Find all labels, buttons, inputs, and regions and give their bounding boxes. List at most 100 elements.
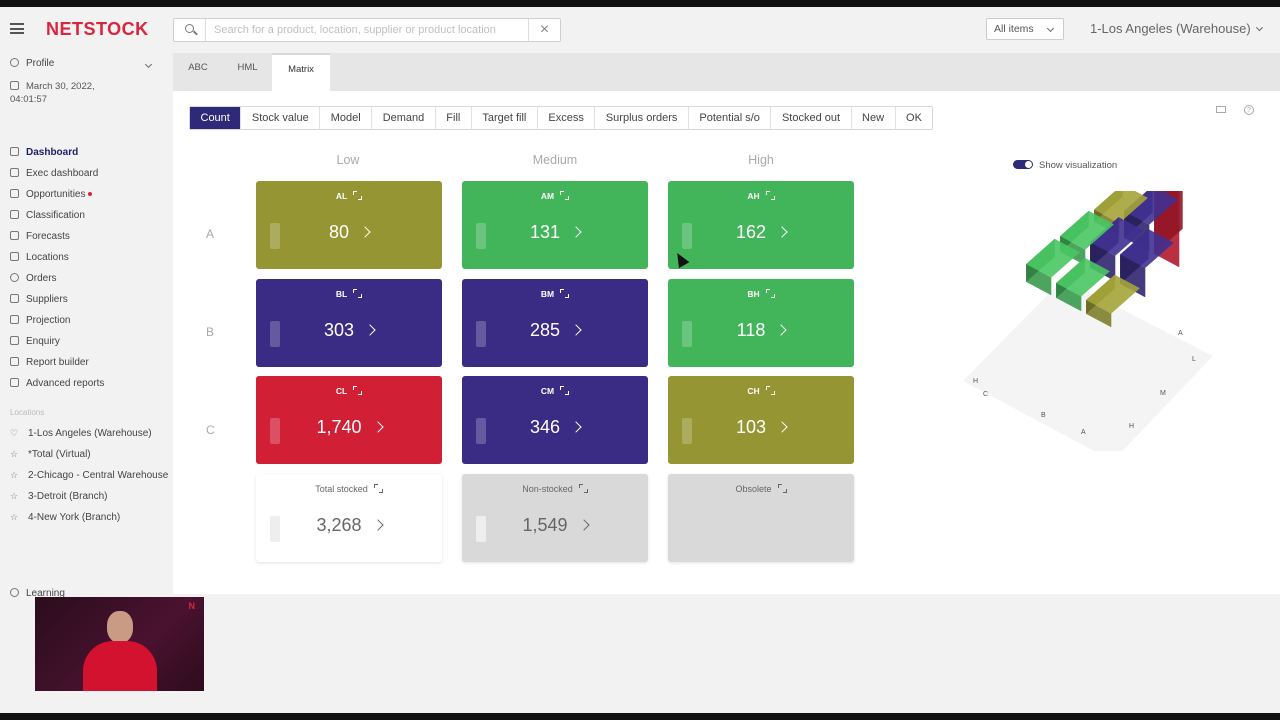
sidebar-item-locations[interactable]: Locations: [10, 251, 104, 272]
cell-count: 162: [735, 222, 767, 242]
matrix-cell-cm[interactable]: CM 346: [462, 376, 648, 464]
help-icon[interactable]: ?: [1244, 105, 1254, 115]
sidebar-item-enquiry[interactable]: Enquiry: [10, 335, 104, 356]
matrix-cell-al[interactable]: AL 80: [256, 181, 442, 269]
sidebar-item-label: Dashboard: [26, 147, 79, 158]
chevron-right-icon[interactable]: [776, 421, 788, 433]
tab-matrix[interactable]: Matrix: [272, 53, 330, 91]
expand-icon[interactable]: [353, 386, 363, 395]
truck-icon: [10, 294, 19, 303]
cell-value: 103: [668, 417, 854, 438]
chevron-right-icon[interactable]: [364, 324, 376, 336]
search-icon[interactable]: [174, 19, 206, 41]
total-cell-total-stocked[interactable]: Total stocked 3,268: [256, 474, 442, 562]
netstock-watermark-icon: N: [188, 601, 196, 611]
metric-excess-button[interactable]: Excess: [537, 107, 596, 129]
expand-icon[interactable]: [777, 484, 787, 493]
cell-value: 118: [668, 320, 854, 341]
sidebar-item-exec-dashboard[interactable]: Exec dashboard: [10, 167, 104, 188]
expand-icon[interactable]: [560, 289, 570, 298]
metric-ok-button[interactable]: OK: [895, 107, 933, 129]
cell-code: CM: [540, 386, 555, 396]
cell-value: 285: [462, 320, 648, 341]
metric-stock-value-button[interactable]: Stock value: [241, 107, 321, 129]
metric-surplus-orders-button[interactable]: Surplus orders: [595, 107, 689, 129]
sidebar-item-report-builder[interactable]: Report builder: [10, 356, 104, 377]
chevron-right-icon[interactable]: [577, 519, 590, 531]
location-item[interactable]: ☆ 2-Chicago - Central Warehouse: [10, 469, 170, 483]
expand-icon[interactable]: [578, 484, 588, 493]
location-item[interactable]: ☆ *Total (Virtual): [10, 448, 170, 462]
total-cell-obsolete[interactable]: Obsolete: [668, 474, 854, 562]
matrix-cell-ch[interactable]: CH 103: [668, 376, 854, 464]
metric-demand-button[interactable]: Demand: [372, 107, 436, 129]
chevron-right-icon[interactable]: [775, 324, 788, 336]
cell-count: 103: [735, 417, 767, 437]
expand-icon[interactable]: [373, 484, 383, 493]
metric-model-button[interactable]: Model: [320, 107, 373, 129]
chevron-right-icon[interactable]: [371, 421, 384, 433]
tab-abc[interactable]: ABC: [173, 53, 223, 91]
metric-fill-button[interactable]: Fill: [435, 107, 472, 129]
profile-menu[interactable]: Profile: [10, 58, 153, 69]
total-cell-non-stocked[interactable]: Non-stocked 1,549: [462, 474, 648, 562]
sidebar-item-projection[interactable]: Projection: [10, 314, 104, 335]
metric-count-button[interactable]: Count: [190, 107, 242, 129]
expand-icon[interactable]: [765, 386, 775, 395]
sidebar-item-suppliers[interactable]: Suppliers: [10, 293, 104, 314]
sidebar-item-classification[interactable]: Classification: [10, 209, 104, 230]
projection-icon: [10, 315, 19, 324]
show-visualization-toggle[interactable]: Show visualization: [1013, 160, 1117, 171]
chevron-right-icon[interactable]: [371, 519, 384, 531]
clear-search-icon[interactable]: ×: [528, 19, 560, 41]
search-input[interactable]: [208, 19, 528, 41]
app-frame: NETSTOCK × All items 1-Los Angeles (Ware…: [0, 7, 1280, 713]
sidebar-item-orders[interactable]: Orders: [10, 272, 104, 293]
chevron-right-icon[interactable]: [570, 226, 582, 238]
menu-icon[interactable]: [10, 23, 24, 34]
expand-icon[interactable]: [353, 289, 363, 298]
presenter-body: [83, 641, 157, 691]
metric-stocked-out-button[interactable]: Stocked out: [771, 107, 852, 129]
tab-hml[interactable]: HML: [223, 53, 272, 91]
items-filter-select[interactable]: All items: [986, 18, 1064, 40]
sidebar-item-advanced-reports[interactable]: Advanced reports: [10, 377, 104, 398]
location-item[interactable]: ☆ 3-Detroit (Branch): [10, 490, 170, 504]
cell-label: CM: [462, 386, 648, 396]
expand-icon[interactable]: [560, 386, 570, 395]
sidebar-item-dashboard[interactable]: Dashboard: [10, 146, 104, 167]
expand-icon[interactable]: [765, 191, 775, 200]
matrix-cell-bl[interactable]: BL 303: [256, 279, 442, 367]
metric-potential-so-button[interactable]: Potential s/o: [688, 107, 772, 129]
chevron-right-icon[interactable]: [570, 324, 582, 336]
location-label: 3-Detroit (Branch): [28, 491, 108, 502]
video-icon[interactable]: [1216, 106, 1226, 113]
matrix-cell-cl[interactable]: CL 1,740: [256, 376, 442, 464]
metric-new-button[interactable]: New: [851, 107, 896, 129]
netstock-logo[interactable]: NETSTOCK: [46, 19, 149, 40]
cell-code: CH: [747, 386, 760, 396]
viz-axis-label: A: [1081, 429, 1086, 436]
viz-axis-label: L: [1192, 356, 1196, 363]
date-text: March 30, 2022, 04:01:57: [10, 81, 95, 105]
matrix-cell-am[interactable]: AM 131: [462, 181, 648, 269]
sidebar-item-label: Suppliers: [26, 294, 68, 305]
metric-target-fill-button[interactable]: Target fill: [471, 107, 538, 129]
expand-icon[interactable]: [353, 191, 363, 200]
chevron-right-icon[interactable]: [776, 226, 788, 238]
viz-axis-label: A: [1178, 330, 1183, 337]
chevron-right-icon[interactable]: [359, 226, 371, 238]
expand-icon[interactable]: [765, 289, 775, 298]
sidebar-item-opportunities[interactable]: Opportunities: [10, 188, 104, 209]
toggle-switch[interactable]: [1013, 160, 1033, 169]
location-select[interactable]: 1-Los Angeles (Warehouse): [1090, 21, 1263, 36]
matrix-cell-bm[interactable]: BM 285: [462, 279, 648, 367]
pin-icon: ☆: [10, 470, 19, 480]
chevron-right-icon[interactable]: [570, 421, 582, 433]
matrix-cell-bh[interactable]: BH 118: [668, 279, 854, 367]
sidebar-item-forecasts[interactable]: Forecasts: [10, 230, 104, 251]
expand-icon[interactable]: [560, 191, 570, 200]
matrix-cell-ah[interactable]: AH 162: [668, 181, 854, 269]
location-item[interactable]: ☆ 4-New York (Branch): [10, 511, 170, 525]
location-item[interactable]: ♡ 1-Los Angeles (Warehouse): [10, 427, 170, 441]
